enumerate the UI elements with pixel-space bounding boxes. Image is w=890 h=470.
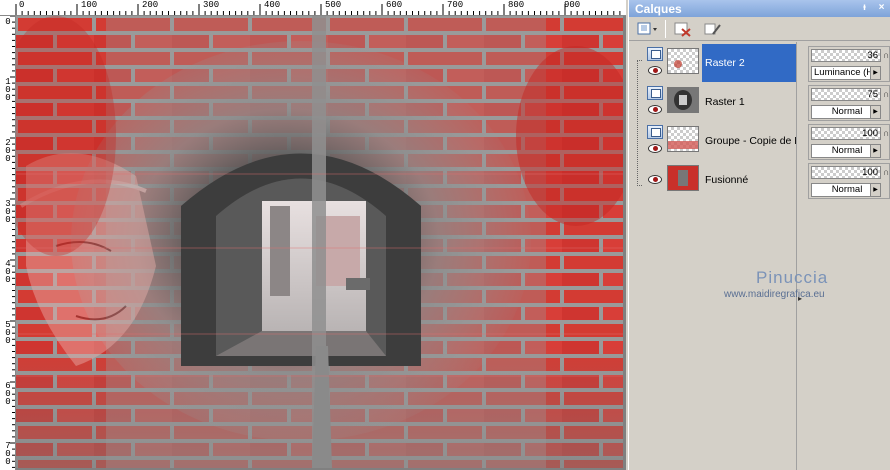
opacity-slider[interactable]: 100	[811, 166, 881, 179]
blend-mode-select[interactable]: Luminance (H) ▶	[811, 66, 881, 80]
composition-artwork	[16, 16, 623, 468]
vruler-label-600: 6 0 0	[5, 381, 11, 407]
opacity-slider[interactable]: 100	[811, 127, 881, 140]
blend-mode-select[interactable]: Normal ▶	[811, 105, 881, 119]
ruler-label-700: 700	[447, 0, 464, 10]
horizontal-ruler: 0 100 200 300 400 500 600 700 800 900	[0, 0, 626, 16]
vruler-label-0: 0	[5, 17, 11, 27]
delete-layer-button[interactable]	[670, 19, 696, 39]
vruler-label-400: 4 0 0	[5, 259, 11, 285]
ruler-label-100: 100	[81, 0, 98, 10]
lock-icon[interactable]: ∩	[883, 129, 890, 138]
opacity-value: 100	[862, 167, 878, 178]
blend-mode-value: Luminance (H)	[814, 67, 877, 78]
opacity-slider[interactable]: 75	[811, 88, 881, 101]
new-layer-button[interactable]	[635, 19, 661, 39]
eye-icon[interactable]	[648, 66, 662, 75]
layer-name[interactable]: Raster 2	[702, 44, 796, 82]
layer-row-groupe-copie[interactable]: Groupe - Copie de Fus	[646, 122, 796, 160]
panel-splitter[interactable]: ▸	[796, 42, 806, 470]
ruler-label-800: 800	[508, 0, 525, 10]
watermark-title: Pinuccia	[756, 268, 829, 287]
app-window: 0 100 200 300 400 500 600 700 800 900 0 …	[0, 0, 890, 470]
eye-icon[interactable]	[648, 105, 662, 114]
layer-props-groupe-copie: 100 Normal ▶ ∩	[808, 124, 890, 160]
blend-mode-value: Normal	[831, 106, 863, 117]
layer-name[interactable]: Fusionné	[702, 161, 796, 199]
ruler-label-200: 200	[142, 0, 159, 10]
layer-row-raster-2[interactable]: Raster 2	[646, 44, 796, 82]
blend-mode-value: Normal	[831, 145, 863, 156]
layer-type-icon	[647, 125, 663, 139]
layer-row-fusionne[interactable]: Fusionné	[646, 161, 796, 199]
layer-thumbnail	[667, 126, 699, 152]
parked-car	[346, 278, 370, 290]
image-canvas[interactable]	[16, 16, 623, 468]
opacity-value: 36	[867, 50, 878, 61]
layer-type-icon	[647, 47, 663, 61]
blend-mode-select[interactable]: Normal ▶	[811, 183, 881, 197]
eye-icon[interactable]	[648, 144, 662, 153]
ruler-label-0: 0	[19, 0, 25, 10]
chevron-down-icon: ▶	[870, 67, 880, 79]
ruler-label-900: 900	[564, 0, 581, 10]
layers-toolbar	[629, 17, 890, 41]
vertical-ruler: 0 1 0 0 2 0 0 3 0 0 4 0 0 5 0 0 6 0 0 7 …	[0, 16, 16, 470]
vruler-label-300: 3 0 0	[5, 199, 11, 225]
tree-trunk	[270, 206, 290, 296]
chevron-down-icon: ▶	[870, 106, 880, 118]
lock-icon[interactable]: ∩	[883, 168, 890, 177]
vruler-label-500: 5 0 0	[5, 320, 11, 346]
layer-properties-icon	[704, 23, 721, 35]
ruler-label-500: 500	[325, 0, 342, 10]
layer-properties-button[interactable]	[700, 19, 726, 39]
layer-row-raster-1[interactable]: Raster 1	[646, 83, 796, 121]
vruler-label-700: 7 0 0	[5, 441, 11, 467]
layer-thumbnail	[667, 165, 699, 191]
lock-icon[interactable]: ∩	[883, 90, 890, 99]
layer-thumbnail	[667, 87, 699, 113]
eye-icon[interactable]	[648, 175, 662, 184]
chevron-down-icon: ▶	[870, 145, 880, 157]
delete-layer-icon	[674, 22, 691, 37]
blend-mode-select[interactable]: Normal ▶	[811, 144, 881, 158]
layer-type-icon	[647, 86, 663, 100]
layer-props-raster-2: 36 Luminance (H) ▶ ∩	[808, 46, 890, 82]
opacity-slider[interactable]: 36	[811, 49, 881, 62]
panel-title: Calques	[635, 2, 682, 16]
layer-name[interactable]: Groupe - Copie de Fus	[702, 122, 796, 160]
toolbar-separator	[665, 19, 666, 38]
vruler-label-200: 2 0 0	[5, 138, 11, 164]
opacity-value: 75	[867, 89, 878, 100]
ruler-label-600: 600	[386, 0, 403, 10]
lock-icon[interactable]: ∩	[883, 51, 890, 60]
ruler-label-300: 300	[203, 0, 220, 10]
group-tree-line	[637, 60, 642, 186]
layer-name[interactable]: Raster 1	[702, 83, 796, 121]
pin-icon[interactable]: ᵼ	[859, 2, 870, 13]
layer-props-fusionne: 100 Normal ▶ ∩	[808, 163, 890, 199]
new-layer-icon	[637, 22, 657, 34]
chevron-down-icon: ▶	[870, 184, 880, 196]
layer-props-raster-1: 75 Normal ▶ ∩	[808, 85, 890, 121]
ruler-label-400: 400	[264, 0, 281, 10]
layer-thumbnail	[667, 48, 699, 74]
opacity-value: 100	[862, 128, 878, 139]
blend-mode-value: Normal	[831, 184, 863, 195]
close-icon[interactable]: ×	[876, 2, 887, 13]
vruler-label-100: 1 0 0	[5, 77, 11, 103]
layers-panel-titlebar[interactable]: Calques ᵼ ×	[629, 0, 890, 17]
watermark-url: www.maidiregrafica.eu	[724, 289, 825, 300]
